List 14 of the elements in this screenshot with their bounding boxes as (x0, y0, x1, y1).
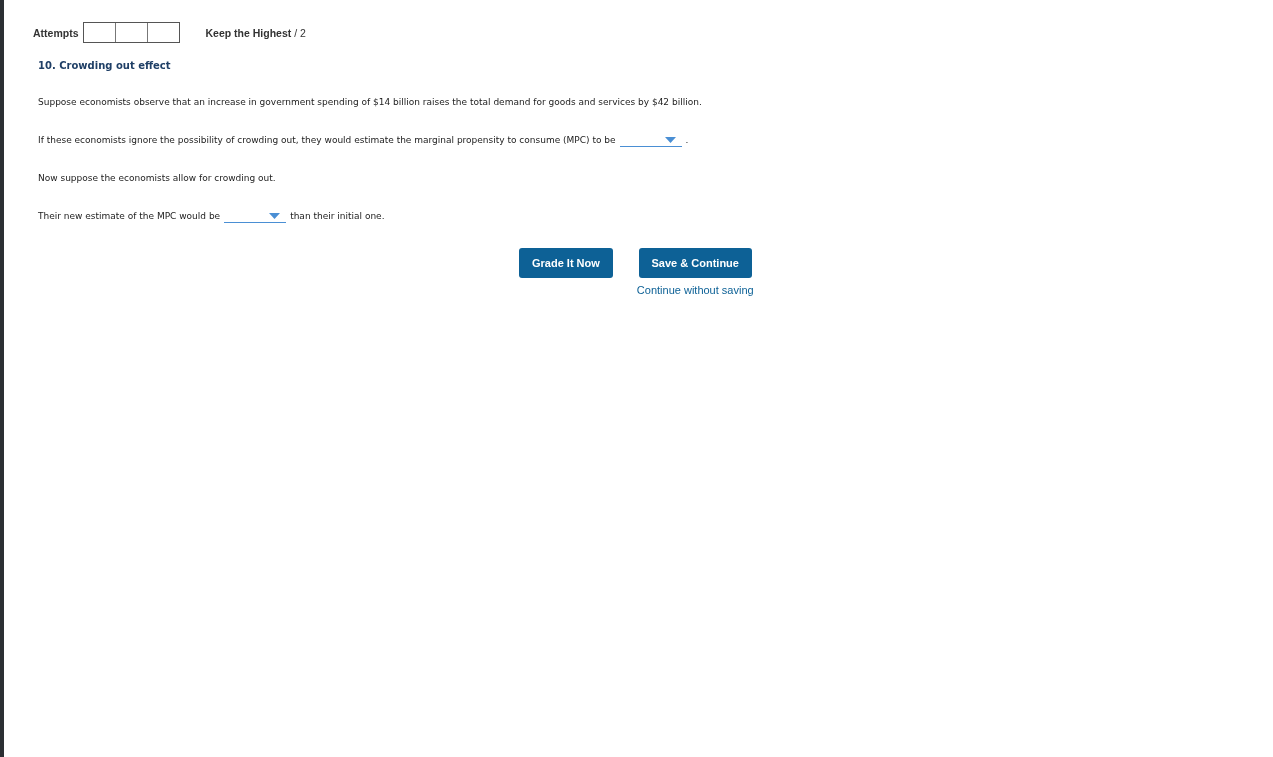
scoring-policy: Keep the Highest / 2 (205, 26, 306, 39)
grade-button[interactable]: Grade It Now (519, 248, 613, 278)
continue-link[interactable]: Continue without saving (636, 284, 754, 296)
question-title: 10. Crowding out effect (38, 60, 172, 71)
question-text: than their initial one. (290, 211, 385, 223)
caret-icon (664, 136, 676, 143)
question-text: If these economists ignore the possibility of crowding out, they would estimate the marginal propensity to consume (MPC) to be (38, 135, 616, 147)
question-text: Their new estimate of the MPC would be (38, 211, 221, 223)
question-text: Now suppose the economists allow for crowding out. (38, 173, 276, 185)
attempts-label: Attempts (33, 26, 79, 39)
question-text: . (685, 135, 689, 147)
save-continue-button[interactable]: Save & Continue (638, 248, 752, 278)
caret-icon (269, 212, 281, 219)
question-text: Suppose economists observe that an increase in government spending of $14 billion raises the total demand for goods and services by $42 billion. (38, 97, 702, 109)
